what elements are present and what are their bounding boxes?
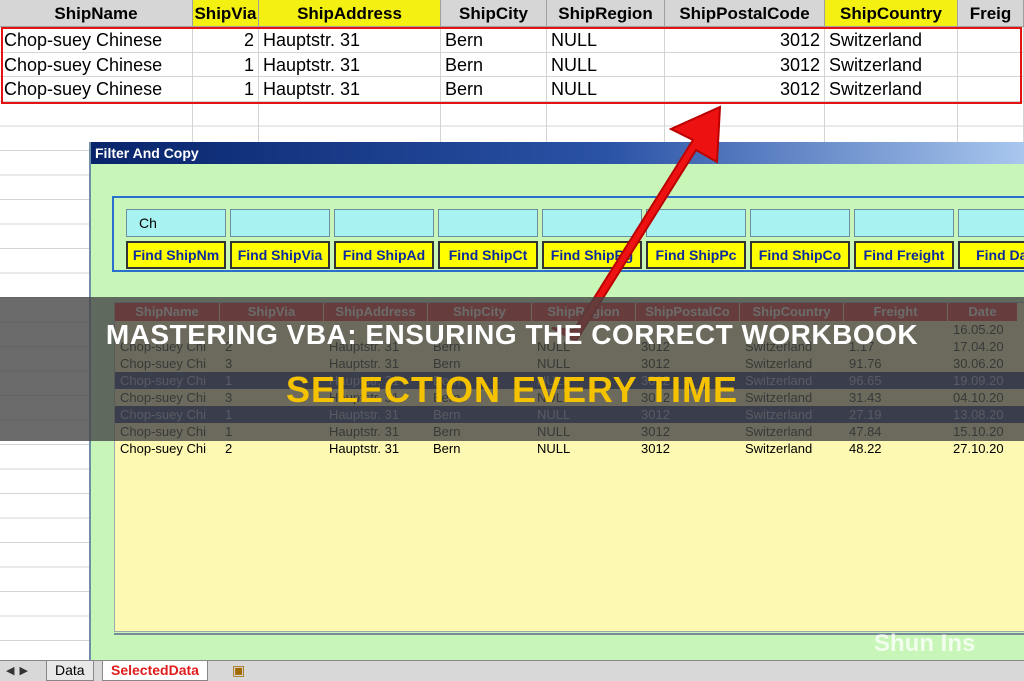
list-cell: 48.22 <box>849 441 882 456</box>
filter-input-5[interactable] <box>542 209 642 237</box>
banner-line-2: SELECTION EVERY TIME <box>285 369 739 410</box>
find-button-8[interactable]: Find Freight <box>854 241 954 269</box>
banner-line-1: MASTERING VBA: ENSURING THE CORRECT WORK… <box>105 319 919 350</box>
column-header-shipcity[interactable]: ShipCity <box>441 0 547 27</box>
filter-input-3[interactable] <box>334 209 434 237</box>
filter-input-4[interactable] <box>438 209 538 237</box>
watermark: Shun Ins <box>874 630 976 657</box>
sheet-tab-selecteddata[interactable]: SelectedData <box>102 661 208 681</box>
filter-input-6[interactable] <box>646 209 746 237</box>
sheet-tab-bar: ◀ ▶ Data SelectedData ▣ <box>0 660 1024 681</box>
column-header-shipcountry[interactable]: ShipCountry <box>825 0 958 27</box>
list-cell: Chop-suey Chi <box>120 441 206 456</box>
new-sheet-icon[interactable]: ▣ <box>232 662 245 679</box>
list-cell: 3012 <box>641 441 670 456</box>
column-header-row: ShipName ShipVia ShipAddress ShipCity ShipRe… <box>0 0 1024 27</box>
highlight-box <box>1 27 1022 104</box>
list-cell: 2 <box>225 441 233 456</box>
list-cell: Hauptstr. 31 <box>329 441 400 456</box>
find-buttons: Find ShipNm Find ShipVia Find ShipAd Find S… <box>126 241 1024 269</box>
filter-input-9[interactable] <box>958 209 1024 237</box>
form-title: Filter And Copy <box>91 142 1024 164</box>
find-button-5[interactable]: Find ShipRg <box>542 241 642 269</box>
find-button-7[interactable]: Find ShipCo <box>750 241 850 269</box>
find-button-6[interactable]: Find ShipPc <box>646 241 746 269</box>
list-cell: Bern <box>433 441 461 456</box>
column-header-shipname[interactable]: ShipName <box>0 0 193 27</box>
column-header-shipaddress[interactable]: ShipAddress <box>259 0 441 27</box>
sheet-tab-data[interactable]: Data <box>46 661 94 681</box>
column-header-shipvia[interactable]: ShipVia <box>193 0 259 27</box>
list-cell: Switzerland <box>745 441 813 456</box>
filter-input-1[interactable]: Ch <box>126 209 226 237</box>
column-header-freig[interactable]: Freig <box>958 0 1024 27</box>
list-cell: NULL <box>537 441 571 456</box>
find-button-4[interactable]: Find ShipCt <box>438 241 538 269</box>
column-header-shipregion[interactable]: ShipRegion <box>547 0 665 27</box>
find-button-3[interactable]: Find ShipAd <box>334 241 434 269</box>
filter-input-2[interactable] <box>230 209 330 237</box>
find-button-9[interactable]: Find Date <box>958 241 1024 269</box>
title-banner: MASTERING VBA: ENSURING THE CORRECT WORK… <box>0 297 1024 441</box>
list-item[interactable]: Chop-suey Chi 2 Hauptstr. 31 Bern NULL 3012 Sw… <box>115 440 1024 457</box>
find-button-1[interactable]: Find ShipNm <box>126 241 226 269</box>
list-cell: 27.10.20 <box>953 441 1004 456</box>
tab-nav-arrows[interactable]: ◀ ▶ <box>6 664 29 677</box>
column-header-shippostalcode[interactable]: ShipPostalCode <box>665 0 825 27</box>
filter-input-8[interactable] <box>854 209 954 237</box>
find-button-2[interactable]: Find ShipVia <box>230 241 330 269</box>
filter-input-7[interactable] <box>750 209 850 237</box>
filter-inputs: Ch <box>126 209 1024 237</box>
